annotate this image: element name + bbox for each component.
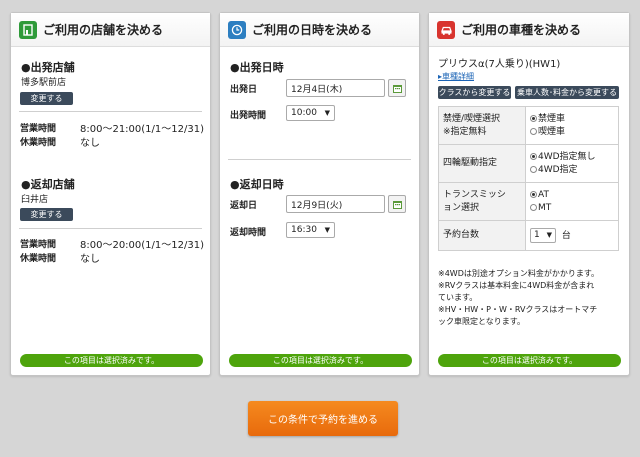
return-store-name: 臼井店 [21,195,49,205]
choice-label: 4WD指定 [538,164,578,175]
departure-time-select[interactable]: 10:00 ▼ [286,105,335,121]
proceed-reservation-button[interactable]: この条件で予約を進める [248,401,398,436]
car-panel: ご利用の車種を決める プリウスα(7人乗り)(HW1) ▸車種詳細 クラスから変… [428,12,630,376]
datetime-panel-header: ご利用の日時を決める [220,13,419,47]
departure-time-value: 10:00 [291,108,317,118]
departure-store-heading: ●出発店舗 [21,61,75,74]
choice-label: 4WD指定無し [538,151,596,162]
radio-smoking[interactable] [530,127,537,135]
change-by-class-button[interactable]: クラスから変更する [438,86,511,99]
chevron-down-icon: ▼ [324,109,330,117]
store-status-bar: この項目は選択済みです。 [20,354,203,367]
car-name: プリウスα(7人乗り)(HW1) [438,59,561,70]
store-panel-header: ご利用の店舗を決める [11,13,210,47]
quantity-row: 予約台数 1 ▼ 台 [438,220,619,251]
note-line: ※RVクラスは基本料金に4WD料金が含まれ [438,281,595,290]
return-hours-value: 8:00～20:00(1/1～12/31) [80,240,204,251]
departure-date-label: 出発日 [230,85,258,95]
change-by-capacity-button[interactable]: 乗車人数･料金から変更する [515,86,619,99]
departure-date-value: 12月4日(木) [291,84,343,95]
choice-label: AT [538,189,549,200]
departure-hours-value: 8:00～21:00(1/1～12/31) [80,124,204,135]
departure-store-name: 博多駅前店 [21,78,67,88]
option-label: 禁煙/喫煙選択 [443,113,501,124]
note-line: ック車限定となります。 [438,317,525,326]
reservation-frame: ご利用の店舗を決める ●出発店舗 博多駅前店 変更する 営業時間 8:00～21… [0,0,640,457]
departure-closed-label: 休業時間 [20,138,57,148]
quantity-unit: 台 [561,231,571,241]
return-closed-value: なし [80,254,100,265]
car-details-link[interactable]: ▸車種詳細 [438,71,474,82]
departure-datetime-heading: ●出発日時 [230,61,284,74]
datetime-status-bar: この項目は選択済みです。 [229,354,412,367]
departure-date-field[interactable]: 12月4日(木) [286,79,385,97]
car-panel-title: ご利用の車種を決める [461,23,582,37]
divider [228,159,411,160]
radio-non-smoking[interactable] [530,114,537,122]
car-panel-header: ご利用の車種を決める [429,13,629,47]
return-date-value: 12月9日(火) [291,200,343,211]
change-departure-store-button[interactable]: 変更する [20,92,73,105]
transmission-option-row: トランスミッシ ョン選択 AT MT [438,182,619,221]
radio-no-4wd[interactable] [530,152,537,160]
return-date-field[interactable]: 12月9日(火) [286,195,385,213]
radio-at[interactable] [530,190,537,198]
store-panel: ご利用の店舗を決める ●出発店舗 博多駅前店 変更する 営業時間 8:00～21… [10,12,211,376]
radio-4wd[interactable] [530,165,537,173]
return-datetime-heading: ●返却日時 [230,178,284,191]
departure-closed-value: なし [80,138,100,149]
option-sublabel: ※指定無料 [443,126,487,137]
change-return-store-button[interactable]: 変更する [20,208,73,221]
choice-label: MT [538,202,552,213]
smoking-option-row: 禁煙/喫煙選択 ※指定無料 禁煙車喫煙車 [438,106,619,145]
quantity-select[interactable]: 1 ▼ [530,228,556,243]
departure-hours-label: 営業時間 [20,124,57,134]
return-hours-label: 営業時間 [20,240,57,250]
note-line: ています。 [438,293,478,302]
chevron-down-icon: ▼ [324,226,330,234]
chevron-down-icon: ▼ [546,231,552,239]
option-sublabel: ョン選択 [443,202,480,213]
clock-icon [228,20,246,39]
store-panel-title: ご利用の店舗を決める [43,23,164,37]
return-calendar-icon[interactable] [388,195,406,213]
datetime-panel: ご利用の日時を決める ●出発日時 出発日 12月4日(木) 出発時間 10:00… [219,12,420,376]
return-store-heading: ●返却店舗 [21,178,75,191]
quantity-value: 1 [534,230,540,240]
return-time-select[interactable]: 16:30 ▼ [286,222,335,238]
note-line: ※4WDは別途オプション料金がかかります。 [438,269,600,278]
return-closed-label: 休業時間 [20,254,57,264]
store-icon [19,20,37,39]
4wd-option-row: 四輪駆動指定 4WD指定無し 4WD指定 [438,144,619,183]
quantity-label: 予約台数 [443,230,480,240]
return-time-value: 16:30 [291,225,317,235]
car-options-table: 禁煙/喫煙選択 ※指定無料 禁煙車 喫煙車 四輪駆動指定 4WD指定無し 4WD指定 … [438,106,619,251]
divider [19,228,202,229]
departure-time-label: 出発時間 [230,111,267,121]
option-label: トランスミッシ [443,189,506,200]
datetime-panel-title: ご利用の日時を決める [252,23,373,37]
choice-label: 喫煙車 [538,126,566,137]
option-label: 四輪駆動指定 [443,158,498,168]
departure-calendar-icon[interactable] [388,79,406,97]
car-icon [437,20,455,39]
return-date-label: 返却日 [230,201,258,211]
return-time-label: 返却時間 [230,228,267,238]
note-line: ※HV・HW・P・W・RVクラスはオートマチ [438,305,598,314]
car-status-bar: この項目は選択済みです。 [438,354,621,367]
radio-mt[interactable] [530,203,537,211]
choice-label: 禁煙車 [538,113,566,124]
divider [19,111,202,112]
